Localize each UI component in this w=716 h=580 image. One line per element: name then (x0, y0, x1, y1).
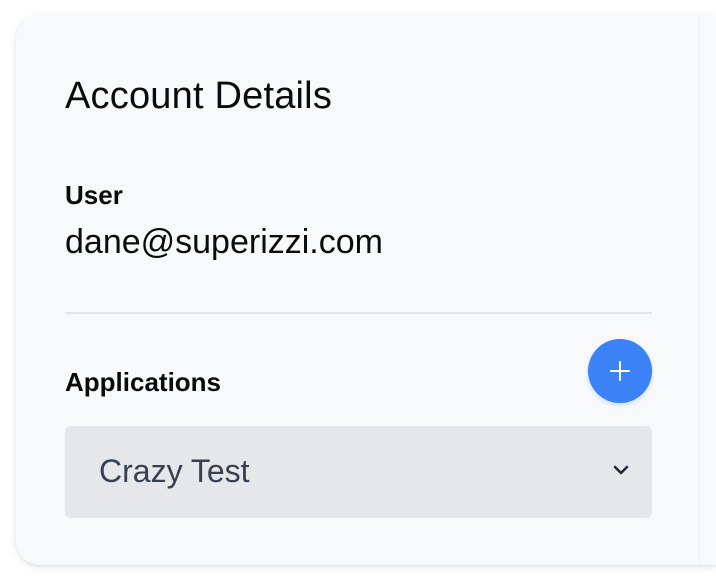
page-title: Account Details (65, 75, 333, 117)
user-email: dane@superizzi.com (65, 223, 383, 261)
add-application-button[interactable] (588, 339, 652, 403)
user-label: User (65, 180, 123, 210)
section-divider (65, 312, 652, 314)
chevron-down-icon (612, 463, 630, 482)
applications-label: Applications (65, 367, 222, 397)
account-details-card: Account Details User dane@superizzi.com … (16, 15, 716, 565)
selected-application: Crazy Test (99, 453, 250, 489)
application-select[interactable]: Crazy Test (65, 426, 652, 518)
